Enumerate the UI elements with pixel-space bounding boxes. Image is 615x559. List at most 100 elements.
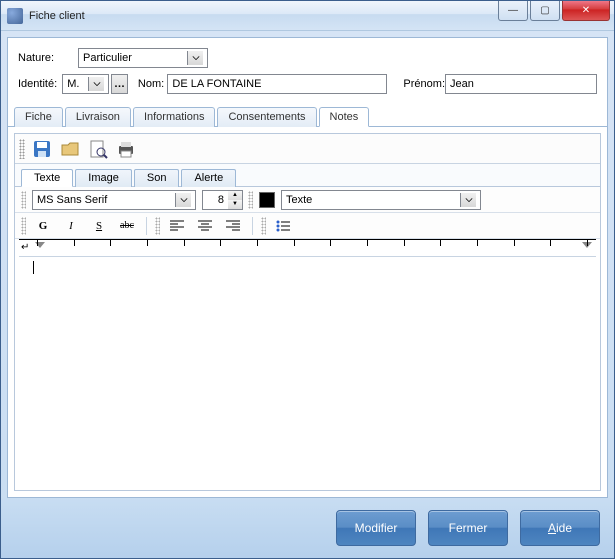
italic-button[interactable]: I bbox=[60, 216, 82, 236]
tab-consentements[interactable]: Consentements bbox=[217, 107, 316, 127]
editor-area[interactable] bbox=[15, 257, 600, 278]
nature-combo[interactable]: Particulier bbox=[78, 48, 208, 68]
nature-value: Particulier bbox=[83, 52, 132, 64]
strike-button[interactable]: abc bbox=[116, 216, 138, 236]
nature-label: Nature: bbox=[18, 52, 78, 64]
text-cursor-icon bbox=[33, 261, 34, 274]
aide-button[interactable]: Aide bbox=[520, 510, 600, 546]
modifier-label: Modifier bbox=[355, 521, 398, 535]
save-icon bbox=[32, 139, 52, 159]
subtab-texte[interactable]: Texte bbox=[21, 169, 73, 187]
toolbar-grip-icon bbox=[21, 217, 26, 235]
notes-panel: Texte Image Son Alerte MS Sans Serif ▲ ▼ bbox=[14, 133, 601, 491]
toolbar-grip-icon bbox=[19, 139, 25, 159]
close-button[interactable]: ✕ bbox=[562, 1, 610, 21]
ruler[interactable]: ↵ bbox=[19, 239, 596, 257]
notes-toolbar bbox=[15, 134, 600, 164]
divider bbox=[252, 217, 253, 235]
titlebar: Fiche client — ▢ ✕ bbox=[1, 1, 614, 31]
footer: Modifier Fermer Aide bbox=[1, 498, 614, 558]
spinner-up-icon[interactable]: ▲ bbox=[228, 191, 242, 200]
toolbar-grip-icon bbox=[261, 217, 266, 235]
toolbar-grip-icon bbox=[21, 191, 26, 209]
ruler-tick bbox=[330, 240, 331, 246]
identite-label: Identité: bbox=[18, 78, 62, 90]
chevron-down-icon bbox=[187, 51, 203, 65]
identite-browse-button[interactable]: … bbox=[111, 74, 128, 94]
ruler-tick bbox=[294, 240, 295, 246]
toolbar-grip-icon bbox=[155, 217, 160, 235]
tab-fiche[interactable]: Fiche bbox=[14, 107, 63, 127]
align-center-button[interactable] bbox=[194, 216, 216, 236]
ruler-tick bbox=[110, 240, 111, 246]
underline-icon: S bbox=[96, 220, 102, 232]
bold-button[interactable]: G bbox=[32, 216, 54, 236]
fermer-button[interactable]: Fermer bbox=[428, 510, 508, 546]
ruler-tick bbox=[147, 240, 148, 246]
close-icon: ✕ bbox=[582, 5, 590, 16]
identite-title-combo[interactable]: M. bbox=[62, 74, 109, 94]
subtab-alerte[interactable]: Alerte bbox=[181, 169, 236, 187]
ruler-tick bbox=[404, 240, 405, 246]
underline-button[interactable]: S bbox=[88, 216, 110, 236]
ruler-tick bbox=[440, 240, 441, 246]
align-right-icon bbox=[226, 220, 240, 232]
ruler-tick bbox=[220, 240, 221, 246]
modifier-button[interactable]: Modifier bbox=[336, 510, 416, 546]
identite-title-value: M. bbox=[67, 78, 79, 90]
prenom-input[interactable] bbox=[445, 74, 597, 94]
font-color-swatch[interactable] bbox=[259, 192, 275, 208]
ruler-tick bbox=[257, 240, 258, 246]
nom-label: Nom: bbox=[138, 78, 168, 90]
font-name: MS Sans Serif bbox=[37, 194, 107, 206]
font-toolbar: MS Sans Serif ▲ ▼ Texte bbox=[15, 187, 600, 213]
preview-button[interactable] bbox=[87, 138, 109, 160]
bullet-list-button[interactable] bbox=[272, 216, 294, 236]
font-size-input[interactable] bbox=[202, 190, 228, 210]
align-center-icon bbox=[198, 220, 212, 232]
maximize-icon: ▢ bbox=[540, 5, 549, 16]
app-icon bbox=[7, 8, 23, 24]
spinner-down-icon[interactable]: ▼ bbox=[228, 200, 242, 209]
chevron-down-icon bbox=[175, 193, 191, 207]
divider bbox=[146, 217, 147, 235]
ruler-tick bbox=[74, 240, 75, 246]
font-size-spinner[interactable]: ▲ ▼ bbox=[202, 190, 242, 210]
format-toolbar: G I S abc bbox=[15, 213, 600, 239]
subtab-image[interactable]: Image bbox=[75, 169, 132, 187]
maximize-button[interactable]: ▢ bbox=[530, 1, 560, 21]
save-button[interactable] bbox=[31, 138, 53, 160]
toolbar-grip-icon bbox=[248, 191, 253, 209]
chevron-down-icon bbox=[460, 193, 476, 207]
page-magnifier-icon bbox=[88, 139, 108, 159]
return-marker-icon: ↵ bbox=[21, 242, 29, 253]
client-area: Nature: Particulier Identité: M. … Nom: … bbox=[7, 37, 608, 498]
minimize-button[interactable]: — bbox=[498, 1, 528, 21]
ruler-tick bbox=[550, 240, 551, 246]
nom-input[interactable] bbox=[167, 74, 387, 94]
open-folder-icon bbox=[60, 139, 80, 159]
ruler-tick bbox=[514, 240, 515, 246]
tab-notes[interactable]: Notes bbox=[319, 107, 370, 127]
print-button[interactable] bbox=[115, 138, 137, 160]
subtab-son[interactable]: Son bbox=[134, 169, 180, 187]
bullet-list-icon bbox=[276, 220, 290, 232]
ruler-tick bbox=[367, 240, 368, 246]
align-left-button[interactable] bbox=[166, 216, 188, 236]
notes-subtabs: Texte Image Son Alerte bbox=[15, 164, 600, 187]
minimize-icon: — bbox=[508, 5, 518, 16]
ruler-tick bbox=[37, 240, 38, 246]
tab-informations[interactable]: Informations bbox=[133, 107, 216, 127]
prenom-label: Prénom: bbox=[403, 78, 445, 90]
font-combo[interactable]: MS Sans Serif bbox=[32, 190, 196, 210]
ruler-tick bbox=[184, 240, 185, 246]
align-right-button[interactable] bbox=[222, 216, 244, 236]
italic-icon: I bbox=[69, 220, 73, 232]
open-button[interactable] bbox=[59, 138, 81, 160]
printer-icon bbox=[116, 139, 136, 159]
fermer-label: Fermer bbox=[449, 521, 488, 535]
tab-livraison[interactable]: Livraison bbox=[65, 107, 131, 127]
style-combo[interactable]: Texte bbox=[281, 190, 481, 210]
ruler-tick bbox=[477, 240, 478, 246]
ellipsis-icon: … bbox=[114, 78, 125, 90]
